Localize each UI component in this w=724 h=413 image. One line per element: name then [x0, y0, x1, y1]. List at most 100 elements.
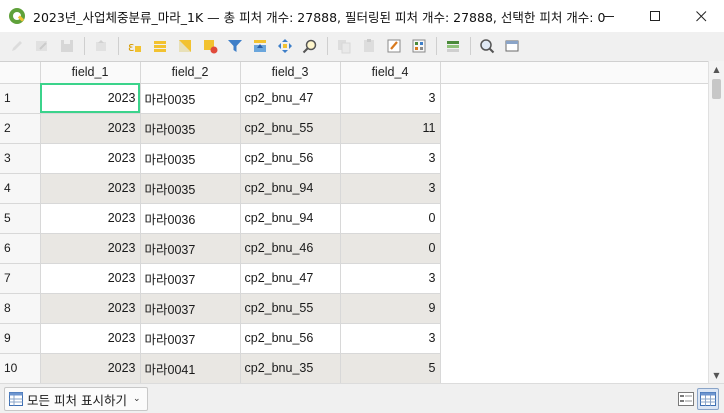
- invert-selection-button[interactable]: [174, 35, 196, 57]
- multi-edit-button[interactable]: [31, 35, 53, 57]
- paste-rows-button[interactable]: [358, 35, 380, 57]
- row-header[interactable]: 8: [0, 293, 41, 324]
- cell-field-3[interactable]: cp2_bnu_56: [240, 143, 341, 174]
- cell-field-1[interactable]: 2023: [40, 173, 141, 204]
- minimize-button[interactable]: [586, 0, 632, 32]
- cell-field-2[interactable]: 마라0037: [140, 233, 241, 264]
- cell-field-2[interactable]: 마라0037: [140, 293, 241, 324]
- table-row[interactable]: 2 2023 마라0035 cp2_bnu_55 11: [0, 113, 708, 144]
- deselect-all-button[interactable]: [199, 35, 221, 57]
- dock-window-button[interactable]: [501, 35, 523, 57]
- copy-rows-button[interactable]: [333, 35, 355, 57]
- cell-field-1[interactable]: 2023: [40, 263, 141, 294]
- toolbar-separator: [84, 37, 85, 55]
- row-header[interactable]: 3: [0, 143, 41, 174]
- cell-field-4[interactable]: 9: [340, 293, 441, 324]
- table-row[interactable]: 10 2023 마라0041 cp2_bnu_35 5: [0, 353, 708, 383]
- cell-field-4[interactable]: 3: [340, 143, 441, 174]
- row-header[interactable]: 5: [0, 203, 41, 234]
- cell-field-2[interactable]: 마라0041: [140, 353, 241, 383]
- cell-field-1[interactable]: 2023: [40, 353, 141, 383]
- cell-field-3[interactable]: cp2_bnu_47: [240, 263, 341, 294]
- row-header[interactable]: 9: [0, 323, 41, 354]
- cell-field-4[interactable]: 5: [340, 353, 441, 383]
- cell-field-2[interactable]: 마라0035: [140, 83, 241, 114]
- table-row[interactable]: 3 2023 마라0035 cp2_bnu_56 3: [0, 143, 708, 174]
- cell-field-3[interactable]: cp2_bnu_35: [240, 353, 341, 383]
- close-button[interactable]: [678, 0, 724, 32]
- toggle-editing-button[interactable]: [6, 35, 28, 57]
- reload-button[interactable]: [90, 35, 112, 57]
- row-header[interactable]: 6: [0, 233, 41, 264]
- cell-field-2[interactable]: 마라0035: [140, 113, 241, 144]
- form-view-button[interactable]: [675, 388, 697, 410]
- cell-field-2[interactable]: 마라0036: [140, 203, 241, 234]
- cell-field-3[interactable]: cp2_bnu_94: [240, 203, 341, 234]
- conditional-format-icon: [412, 39, 426, 53]
- table-row[interactable]: 9 2023 마라0037 cp2_bnu_56 3: [0, 323, 708, 354]
- select-all-icon: [154, 41, 166, 52]
- select-by-expression-button[interactable]: ε: [124, 35, 146, 57]
- cell-field-1[interactable]: 2023: [40, 143, 141, 174]
- cell-field-4[interactable]: 3: [340, 323, 441, 354]
- scroll-down-icon[interactable]: ▼: [709, 367, 724, 383]
- maximize-button[interactable]: [632, 0, 678, 32]
- cell-field-4[interactable]: 0: [340, 203, 441, 234]
- select-all-button[interactable]: [149, 35, 171, 57]
- cell-field-4[interactable]: 3: [340, 83, 441, 114]
- vertical-scrollbar[interactable]: ▲ ▼: [708, 61, 724, 383]
- conditional-formatting-button[interactable]: [408, 35, 430, 57]
- cell-field-1[interactable]: 2023: [40, 323, 141, 354]
- table-row[interactable]: 1 2023 마라0035 cp2_bnu_47 3: [0, 83, 708, 114]
- cell-field-2[interactable]: 마라0037: [140, 263, 241, 294]
- cell-field-3[interactable]: cp2_bnu_47: [240, 83, 341, 114]
- cell-field-1[interactable]: 2023: [40, 293, 141, 324]
- column-header-field-4[interactable]: field_4: [340, 62, 441, 84]
- organize-columns-button[interactable]: [442, 35, 464, 57]
- table-row[interactable]: 4 2023 마라0035 cp2_bnu_94 3: [0, 173, 708, 204]
- cell-field-1[interactable]: 2023: [40, 203, 141, 234]
- cell-field-1[interactable]: 2023: [40, 113, 141, 144]
- cell-field-2[interactable]: 마라0035: [140, 143, 241, 174]
- column-header-field-2[interactable]: field_2: [140, 62, 241, 84]
- feature-filter-dropdown[interactable]: 모든 피처 표시하기 ⌄: [4, 387, 148, 411]
- row-header[interactable]: 2: [0, 113, 41, 144]
- row-header[interactable]: 4: [0, 173, 41, 204]
- field-calculator-button[interactable]: [383, 35, 405, 57]
- scrollbar-thumb[interactable]: [712, 79, 721, 99]
- corner-header[interactable]: [0, 62, 41, 84]
- row-header[interactable]: 7: [0, 263, 41, 294]
- cell-field-3[interactable]: cp2_bnu_56: [240, 323, 341, 354]
- scroll-up-icon[interactable]: ▲: [709, 61, 724, 77]
- row-header[interactable]: 10: [0, 353, 41, 383]
- cell-field-1[interactable]: 2023: [40, 233, 141, 264]
- empty-area: [440, 233, 708, 263]
- cell-field-2[interactable]: 마라0037: [140, 323, 241, 354]
- table-view-button[interactable]: [697, 388, 719, 410]
- zoom-to-selection-button[interactable]: [299, 35, 321, 57]
- cell-field-3[interactable]: cp2_bnu_46: [240, 233, 341, 264]
- cell-field-4[interactable]: 0: [340, 233, 441, 264]
- cell-field-2[interactable]: 마라0035: [140, 173, 241, 204]
- pan-to-selection-button[interactable]: [274, 35, 296, 57]
- row-header[interactable]: 1: [0, 83, 41, 114]
- table-row[interactable]: 8 2023 마라0037 cp2_bnu_55 9: [0, 293, 708, 324]
- zoom-map-button[interactable]: [476, 35, 498, 57]
- move-selection-top-button[interactable]: [249, 35, 271, 57]
- cell-field-3[interactable]: cp2_bnu_55: [240, 113, 341, 144]
- cell-field-3[interactable]: cp2_bnu_55: [240, 293, 341, 324]
- table-body: 1 2023 마라0035 cp2_bnu_47 3 2 2023 마라0035 cp2_bnu…: [0, 83, 708, 383]
- save-edits-button[interactable]: [56, 35, 78, 57]
- column-header-field-1[interactable]: field_1: [40, 62, 141, 84]
- table-row[interactable]: 6 2023 마라0037 cp2_bnu_46 0: [0, 233, 708, 264]
- table-row[interactable]: 5 2023 마라0036 cp2_bnu_94 0: [0, 203, 708, 234]
- window-controls: [586, 0, 724, 32]
- cell-field-4[interactable]: 11: [340, 113, 441, 144]
- cell-field-1[interactable]: 2023: [40, 83, 141, 114]
- cell-field-3[interactable]: cp2_bnu_94: [240, 173, 341, 204]
- column-header-field-3[interactable]: field_3: [240, 62, 341, 84]
- cell-field-4[interactable]: 3: [340, 263, 441, 294]
- filter-select-button[interactable]: [224, 35, 246, 57]
- table-row[interactable]: 7 2023 마라0037 cp2_bnu_47 3: [0, 263, 708, 294]
- cell-field-4[interactable]: 3: [340, 173, 441, 204]
